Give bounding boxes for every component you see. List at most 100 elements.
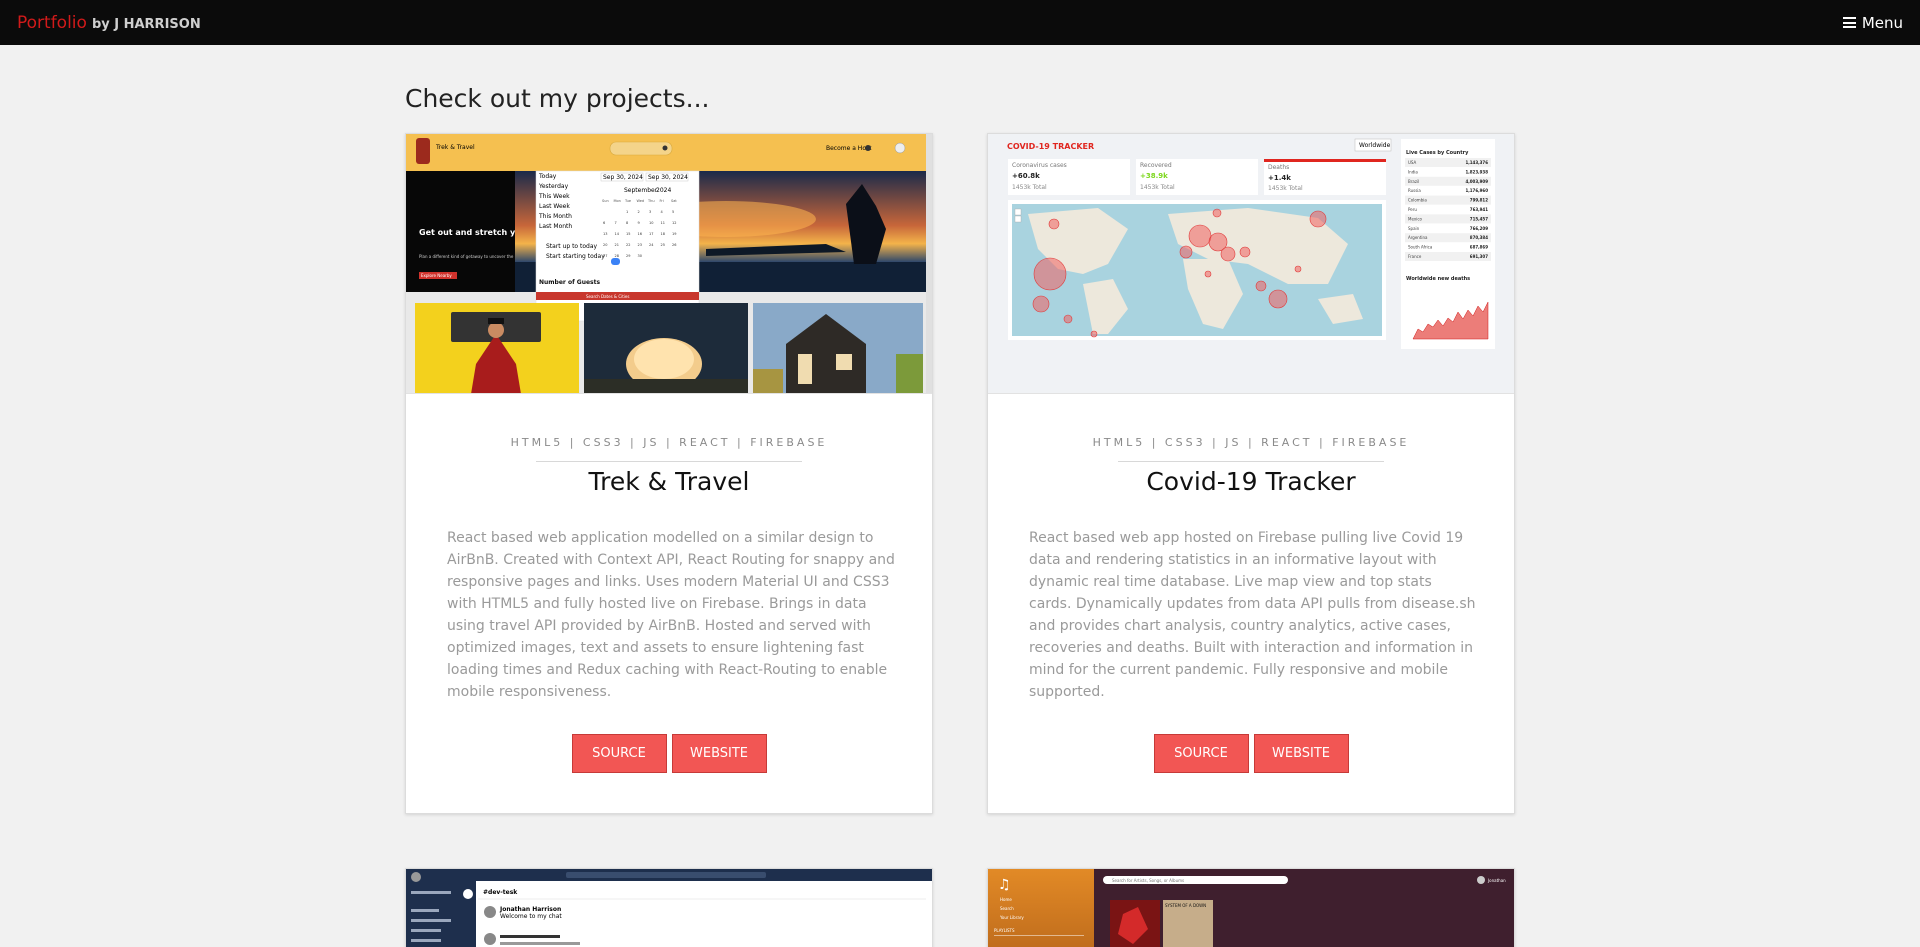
thumb-country-name: Brazil — [1408, 179, 1419, 184]
thumb-calendar-day: 9 — [638, 221, 640, 225]
thumb-country-name: Spain — [1408, 226, 1420, 231]
project-card-music-app: ♫ Home Search Your Library PLAYLISTS Sea… — [987, 868, 1515, 947]
thumb-calendar-day: 3 — [649, 210, 651, 214]
source-button[interactable]: SOURCE — [571, 734, 667, 773]
thumb-album: SYSTEM OF A DOWN — [1165, 903, 1206, 908]
brand-logo[interactable]: Portfolio by J HARRISON — [17, 13, 201, 33]
thumb-hero-button: Explore Nearby — [421, 273, 452, 278]
thumb-filter-3: Last Week — [539, 203, 570, 210]
thumb-calendar-day: 10 — [649, 221, 653, 225]
thumb-calendar-day: 29 — [626, 254, 630, 258]
project-screenshot-chat-app[interactable]: #dev-tesk Jonathan Harrison Welcome to m… — [406, 869, 932, 947]
project-title: Covid-19 Tracker — [1146, 467, 1356, 496]
thumb-weekday: Mon — [614, 199, 621, 203]
thumb-filter-4: This Month — [538, 213, 572, 220]
source-button[interactable]: SOURCE — [1153, 734, 1249, 773]
thumb-weekday: Thu — [647, 199, 655, 203]
thumb-stat-sub-1: 1453k Total — [1140, 184, 1175, 191]
thumb-calendar-day: 20 — [603, 243, 607, 247]
thumb-calendar-day: 13 — [603, 232, 607, 236]
thumb-weekday: Sun — [602, 199, 609, 203]
thumb-calendar-day: 22 — [626, 243, 630, 247]
thumb-stat-sub-0: 1453k Total — [1012, 184, 1047, 191]
thumb-dropdown: Worldwide — [1359, 142, 1391, 149]
thumb-stat-sub-2: 1453k Total — [1268, 185, 1303, 192]
menu-label: Menu — [1861, 13, 1903, 32]
website-button[interactable]: WEBSITE — [671, 734, 767, 773]
thumb-calendar-day: 19 — [672, 232, 676, 236]
divider — [536, 461, 802, 462]
thumb-country-name: Peru — [1408, 207, 1417, 212]
thumb-checkbox-1: Start starting today — [546, 253, 605, 260]
thumb-user: Jonathan — [1487, 878, 1506, 883]
thumb-country-name: Argentina — [1408, 235, 1428, 240]
thumb-search-button: Search Dates & Cities — [586, 294, 629, 299]
divider — [1118, 461, 1384, 462]
thumb-country-cases: 687,869 — [1470, 245, 1488, 250]
thumb-filter-5: Last Month — [539, 223, 572, 230]
tech-stack: HTML5 | CSS3 | JS | REACT | FIREBASE — [510, 436, 828, 449]
thumb-country-name: Mexico — [1408, 216, 1423, 221]
thumb-weekday: Wed — [637, 199, 645, 203]
thumb-calendar-day: 15 — [626, 232, 630, 236]
thumb-nav-library: Your Library — [999, 915, 1024, 920]
thumb-filter-2: This Week — [538, 193, 570, 200]
thumb-country-name: South Africa — [1408, 245, 1433, 250]
thumb-country-cases: 799,812 — [1470, 198, 1488, 203]
thumb-filter-0: Today — [538, 173, 557, 180]
thumb-chat-channel: #dev-tesk — [483, 889, 518, 896]
thumb-weekday: Tue — [624, 199, 631, 203]
thumb-calendar-day: 26 — [672, 243, 676, 247]
thumb-filter-1: Yesterday — [538, 183, 569, 190]
thumb-nav-search: Search — [1000, 906, 1014, 911]
thumb-country-name: France — [1408, 254, 1422, 259]
thumb-date-to: Sep 30, 2024 — [648, 174, 688, 181]
thumb-country-name: Russia — [1408, 188, 1421, 193]
brand-primary: Portfolio — [17, 12, 87, 33]
thumb-calendar-day: 17 — [649, 232, 653, 236]
thumb-app-title: COVID-19 TRACKER — [1007, 142, 1094, 151]
thumb-country-cases: 766,209 — [1470, 226, 1488, 231]
navbar: Portfolio by J HARRISON Menu — [0, 0, 1920, 45]
thumb-calendar-day: 2 — [638, 210, 640, 214]
thumb-calendar-day: 21 — [615, 243, 619, 247]
thumb-chat-user: Jonathan Harrison — [499, 906, 561, 913]
thumb-table-title: Live Cases by Country — [1406, 150, 1469, 156]
project-actions: SOURCE WEBSITE — [406, 734, 932, 773]
thumb-calendar-day: 8 — [626, 221, 628, 225]
thumb-country-cases: 4,003,909 — [1465, 179, 1488, 184]
thumb-country-cases: 870,384 — [1470, 235, 1488, 240]
thumb-chart-title: Worldwide new deaths — [1406, 276, 1470, 282]
project-screenshot-covid-tracker[interactable]: COVID-19 TRACKER Worldwide Coronavirus c… — [988, 134, 1514, 394]
project-title: Trek & Travel — [588, 467, 750, 496]
thumb-country-cases: 691,307 — [1470, 254, 1488, 259]
thumb-month: September — [624, 187, 658, 194]
thumb-calendar-day: 11 — [661, 221, 665, 225]
thumb-calendar-day: 12 — [672, 221, 676, 225]
thumb-stat-value-0: +60.8k — [1012, 172, 1040, 180]
thumb-calendar-day: 1 — [626, 210, 628, 214]
thumb-stat-value-2: +1.4k — [1268, 174, 1291, 182]
project-card-chat-app: #dev-tesk Jonathan Harrison Welcome to m… — [405, 868, 933, 947]
thumb-country-cases: 763,941 — [1470, 207, 1488, 212]
thumb-calendar-day: 18 — [661, 232, 665, 236]
thumb-country-cases: 715,457 — [1470, 216, 1488, 221]
project-card-trek-travel: Trek & Travel Become a Host Get out and … — [405, 133, 933, 814]
thumb-weekday: Sat — [671, 199, 677, 203]
thumb-calendar-day: 6 — [603, 221, 605, 225]
thumb-date-from: Sep 30, 2024 — [603, 174, 643, 181]
project-description: React based web app hosted on Firebase p… — [1029, 530, 1476, 700]
thumb-stat-value-1: +38.9k — [1140, 172, 1168, 180]
thumb-country-cases: 1,143,376 — [1465, 160, 1488, 165]
svg-text:♫: ♫ — [998, 877, 1011, 893]
thumb-calendar-day: 16 — [638, 232, 642, 236]
thumb-guests-label: Number of Guests — [539, 279, 600, 286]
thumb-calendar-day: 28 — [615, 254, 619, 258]
project-screenshot-trek-travel[interactable]: Trek & Travel Become a Host Get out and … — [406, 134, 932, 394]
website-button[interactable]: WEBSITE — [1253, 734, 1349, 773]
thumb-nav-home: Home — [1000, 897, 1012, 902]
thumb-calendar-day: 14 — [615, 232, 620, 236]
menu-button[interactable]: Menu — [1842, 13, 1903, 32]
project-screenshot-music-app[interactable]: ♫ Home Search Your Library PLAYLISTS Sea… — [988, 869, 1514, 947]
page-title: Check out my projects... — [405, 84, 710, 113]
